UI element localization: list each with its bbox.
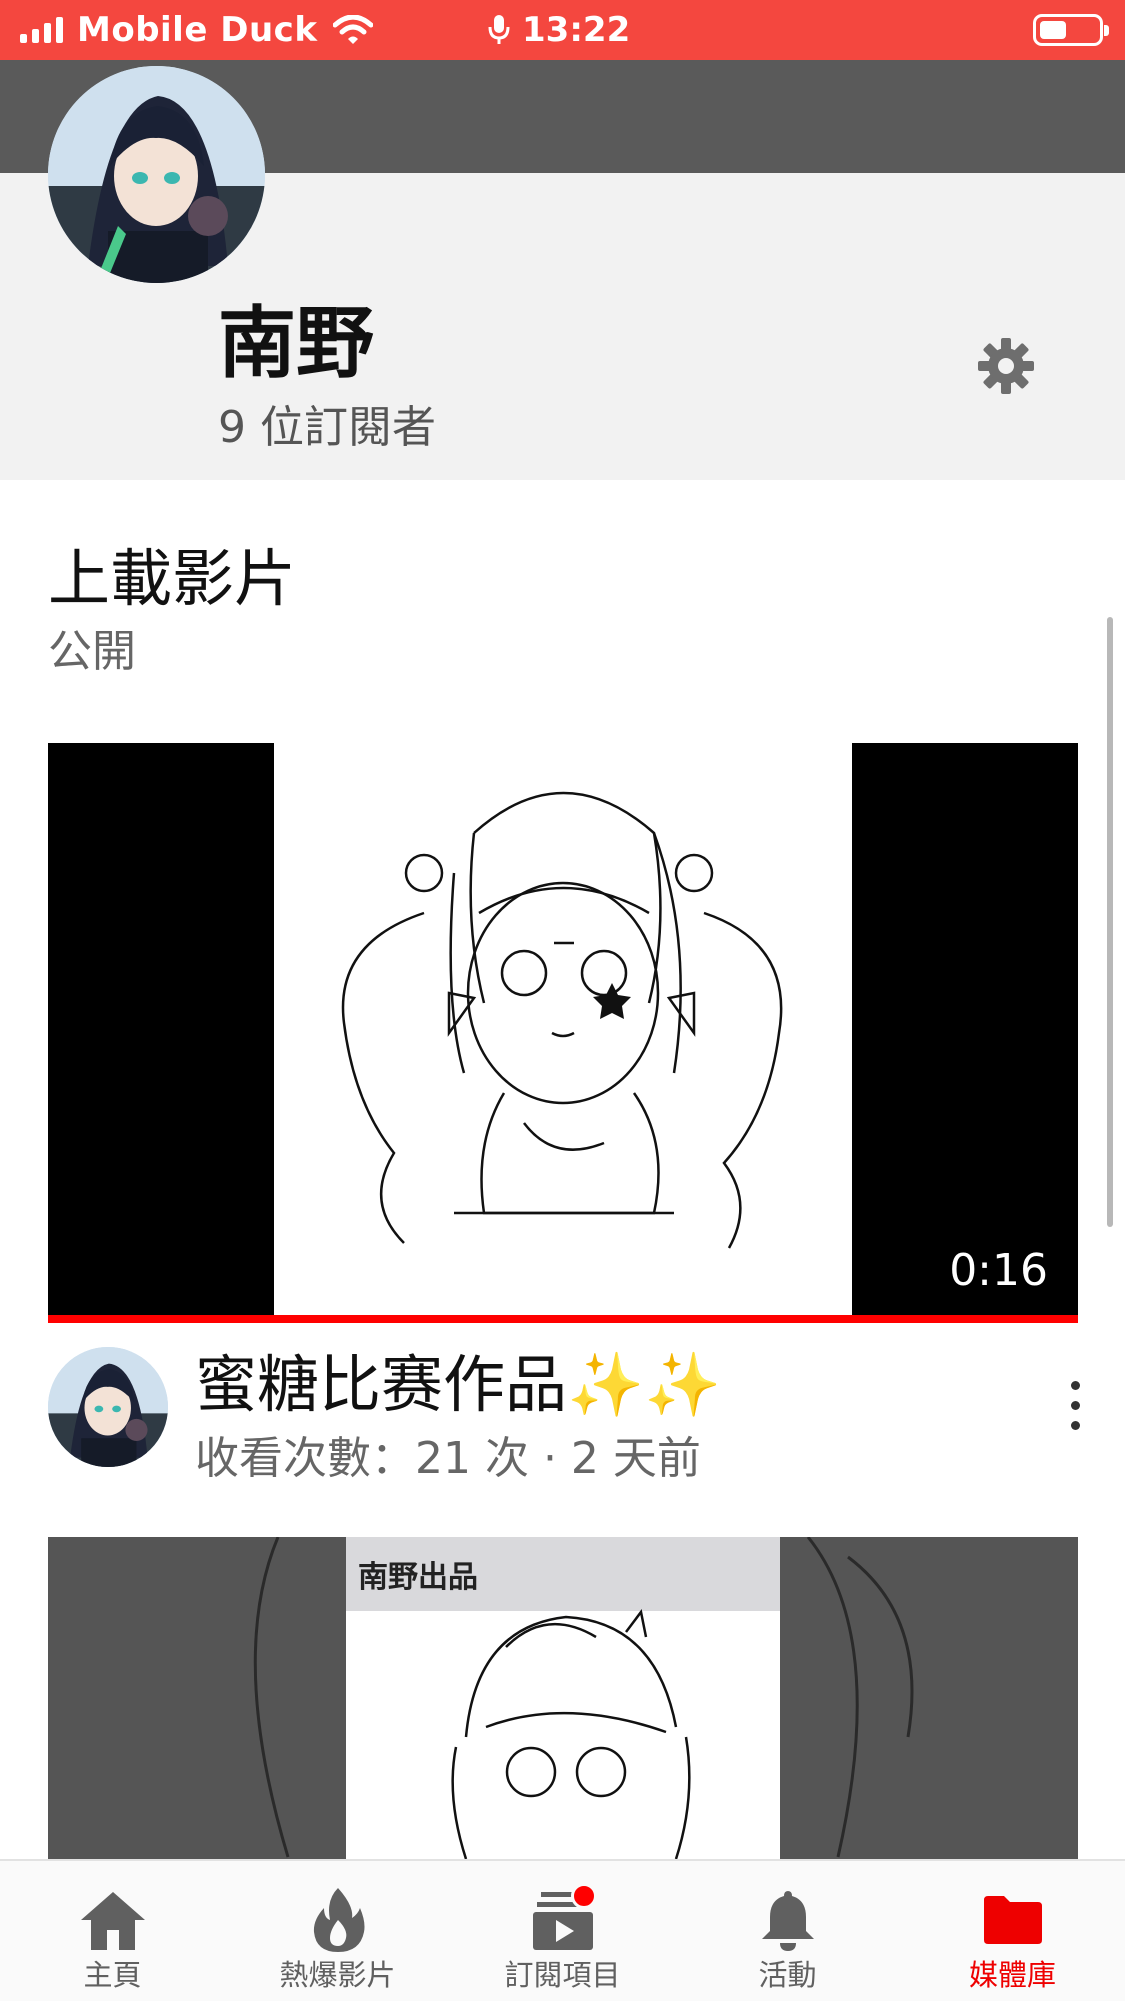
nav-trending[interactable]: 熱爆影片	[225, 1861, 450, 2001]
video-thumbnail[interactable]: 0:16	[48, 743, 1078, 1323]
folder-icon	[973, 1883, 1053, 1957]
home-icon	[73, 1883, 153, 1957]
carrier-name: Mobile Duck	[77, 10, 318, 50]
thumbnail-frame-2: 南野出品	[346, 1537, 780, 1859]
avatar-illustration	[48, 1347, 168, 1467]
status-bar: Mobile Duck 13:22	[0, 0, 1125, 60]
avatar-illustration	[48, 66, 265, 283]
section-subtitle: 公開	[48, 626, 136, 677]
video-thumbnail-2[interactable]: 南野出品	[48, 1537, 1078, 1859]
microphone-icon	[488, 15, 510, 44]
wifi-icon	[333, 15, 374, 44]
line-art-illustration	[341, 791, 783, 1249]
channel-name: 南野	[218, 299, 375, 389]
video-duration: 0:16	[949, 1245, 1048, 1296]
nav-label-subscriptions: 訂閱項目	[504, 1958, 621, 1992]
nav-subscriptions[interactable]: 訂閱項目	[450, 1861, 675, 2001]
nav-label-home: 主頁	[83, 1958, 142, 1992]
more-options-icon[interactable]	[1060, 1375, 1090, 1435]
bottom-navigation: 主頁 熱爆影片 訂閱項目 活動 媒體庫	[0, 1859, 1125, 2001]
section-title: 上載影片	[48, 542, 297, 615]
sparkle-emoji: ✨✨	[567, 1348, 722, 1421]
battery-icon	[1033, 14, 1109, 46]
video-title[interactable]: 蜜糖比赛作品✨✨	[195, 1348, 722, 1421]
nav-activity[interactable]: 活動	[675, 1861, 900, 2001]
nav-label-trending: 熱爆影片	[279, 1958, 396, 1992]
cellular-signal-icon	[20, 17, 63, 43]
nav-label-activity: 活動	[758, 1958, 817, 1992]
settings-button[interactable]	[972, 332, 1040, 400]
thumbnail-frame	[274, 743, 852, 1315]
notification-dot	[570, 1883, 597, 1909]
video-channel-avatar[interactable]	[48, 1347, 168, 1467]
video-details[interactable]: 蜜糖比赛作品✨✨ 收看次數：21 次 · 2 天前	[0, 1323, 1125, 1538]
video-stats: 收看次數：21 次 · 2 天前	[195, 1433, 701, 1484]
nav-home[interactable]: 主頁	[0, 1861, 225, 2001]
gear-icon	[978, 338, 1034, 394]
video-title-text: 蜜糖比赛作品	[195, 1348, 568, 1421]
nav-label-library: 媒體庫	[968, 1958, 1056, 1992]
nav-library[interactable]: 媒體庫	[900, 1861, 1125, 2001]
line-art-illustration-2	[451, 1609, 691, 1859]
subscriber-count: 9 位訂閱者	[218, 402, 436, 453]
scrollbar[interactable]	[1107, 617, 1113, 1227]
status-center: 13:22	[488, 8, 630, 52]
bell-icon	[748, 1883, 828, 1957]
flame-icon	[298, 1883, 378, 1957]
channel-avatar[interactable]	[48, 66, 265, 283]
subscriptions-icon	[523, 1883, 603, 1957]
clock-time: 13:22	[522, 10, 631, 50]
status-left: Mobile Duck	[20, 8, 374, 52]
watch-progress-bar	[48, 1315, 1078, 1323]
